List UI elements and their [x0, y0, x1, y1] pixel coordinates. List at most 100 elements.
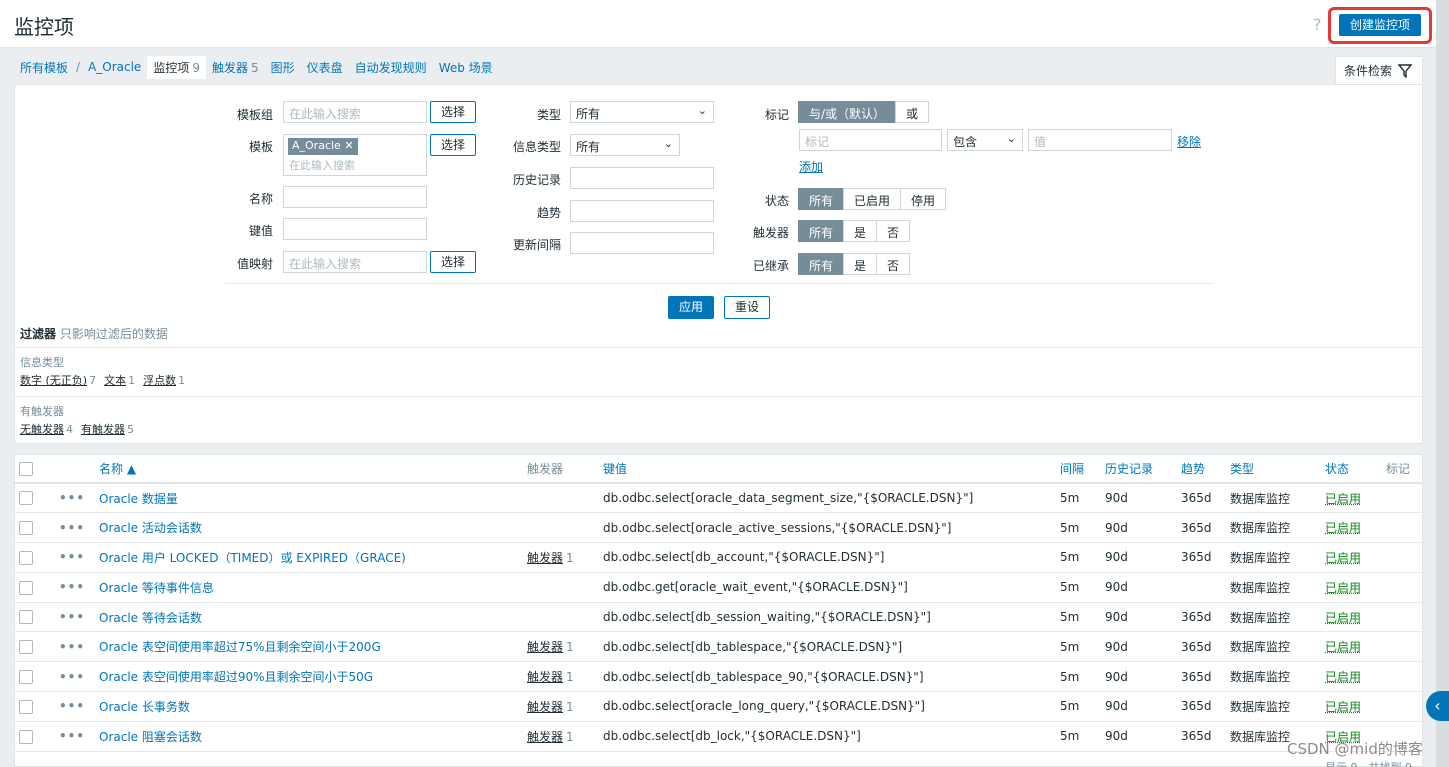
more-actions-icon[interactable]: ••• [59, 580, 85, 594]
item-key: db.odbc.select[db_lock,"{$ORACLE.DSN}"] [599, 721, 1056, 752]
item-triggers-link[interactable]: 触发器 [527, 640, 563, 654]
row-checkbox[interactable] [19, 520, 33, 535]
item-status-toggle[interactable]: 已启用 [1325, 611, 1361, 625]
more-actions-icon[interactable]: ••• [59, 640, 85, 654]
tab-dashboards[interactable]: 仪表盘 [301, 56, 349, 79]
inherited-all[interactable]: 所有 [798, 253, 845, 275]
item-status-toggle[interactable]: 已启用 [1325, 640, 1361, 654]
status-disabled[interactable]: 停用 [900, 188, 947, 210]
info-type-text[interactable]: 文本 1 [104, 372, 135, 388]
more-actions-icon[interactable]: ••• [59, 729, 85, 743]
key-input[interactable] [283, 218, 427, 240]
tab-triggers[interactable]: 触发器 5 [206, 56, 265, 79]
info-type-numeric[interactable]: 数字 (无正负) 7 [20, 372, 96, 388]
row-checkbox-cell [15, 542, 55, 573]
info-type-float[interactable]: 浮点数 1 [143, 372, 185, 388]
create-item-button[interactable]: 创建监控项 [1339, 14, 1421, 36]
info-type-select[interactable]: 所有 ⌄ [570, 134, 680, 156]
with-triggers[interactable]: 有触发器 5 [81, 421, 134, 437]
item-name-link[interactable]: Oracle 等待事件信息 [99, 581, 214, 595]
row-actions-cell: ••• [55, 721, 95, 752]
column-name[interactable]: 名称 ▲ [95, 455, 523, 484]
help-icon[interactable]: ? [1313, 15, 1322, 34]
tab-discovery-rules[interactable]: 自动发现规则 [349, 56, 433, 79]
breadcrumb-template[interactable]: A_Oracle [82, 57, 147, 77]
tag-value-input[interactable]: 值 [1028, 129, 1172, 151]
column-key[interactable]: 键值 [599, 455, 1056, 484]
item-status-toggle[interactable]: 已启用 [1325, 492, 1361, 506]
template-group-select-button[interactable]: 选择 [430, 101, 476, 123]
row-checkbox[interactable] [19, 729, 33, 744]
column-history[interactable]: 历史记录 [1101, 455, 1177, 484]
row-checkbox[interactable] [19, 491, 33, 506]
template-multiselect[interactable]: A_Oracle ✕ 在此输入搜索 [283, 134, 427, 176]
tags-mode-and-or[interactable]: 与/或（默认） [798, 101, 897, 123]
item-name-link[interactable]: Oracle 活动会话数 [99, 521, 202, 535]
apply-button[interactable]: 应用 [668, 296, 714, 319]
item-status-toggle[interactable]: 已启用 [1325, 670, 1361, 684]
item-status-toggle[interactable]: 已启用 [1325, 581, 1361, 595]
row-checkbox[interactable] [19, 699, 33, 714]
tab-web-scenarios[interactable]: Web 场景 [433, 56, 499, 79]
tags-mode-or[interactable]: 或 [895, 101, 930, 123]
item-name-link[interactable]: Oracle 等待会话数 [99, 611, 202, 625]
row-checkbox[interactable] [19, 550, 33, 565]
value-map-select-button[interactable]: 选择 [430, 251, 476, 273]
name-input[interactable] [283, 186, 427, 208]
column-status[interactable]: 状态 [1321, 455, 1382, 484]
item-name-link[interactable]: Oracle 表空间使用率超过90%且剩余空间小于50G [99, 670, 373, 684]
history-input[interactable] [570, 167, 714, 189]
interval-input[interactable] [570, 232, 714, 254]
item-triggers-link[interactable]: 触发器 [527, 670, 563, 684]
add-tag-link[interactable]: 添加 [799, 158, 823, 175]
collapse-arrow-icon[interactable]: ‹ [1426, 691, 1449, 721]
item-name-link[interactable]: Oracle 表空间使用率超过75%且剩余空间小于200G [99, 640, 381, 654]
value-map-input[interactable]: 在此输入搜索 [283, 251, 427, 273]
column-type[interactable]: 类型 [1226, 455, 1321, 484]
row-checkbox[interactable] [19, 610, 33, 625]
remove-tag-link[interactable]: 移除 [1177, 133, 1201, 150]
item-triggers-link[interactable]: 触发器 [527, 730, 563, 744]
triggers-no[interactable]: 否 [876, 220, 911, 242]
remove-tag-icon[interactable]: ✕ [344, 139, 353, 152]
item-triggers-link[interactable]: 触发器 [527, 551, 563, 565]
item-name-link[interactable]: Oracle 阻塞会话数 [99, 730, 202, 744]
template-group-input[interactable]: 在此输入搜索 [283, 101, 427, 123]
triggers-yes[interactable]: 是 [843, 220, 878, 242]
item-status-toggle[interactable]: 已启用 [1325, 551, 1361, 565]
more-actions-icon[interactable]: ••• [59, 491, 85, 505]
tag-name-input[interactable]: 标记 [799, 129, 942, 151]
column-trends[interactable]: 趋势 [1177, 455, 1226, 484]
item-status-toggle[interactable]: 已启用 [1325, 700, 1361, 714]
tab-items[interactable]: 监控项 9 [147, 55, 206, 79]
item-name-link[interactable]: Oracle 数据量 [99, 492, 178, 506]
more-actions-icon[interactable]: ••• [59, 699, 85, 713]
row-checkbox[interactable] [19, 580, 33, 595]
tag-operator-select[interactable]: 包含 ⌄ [947, 129, 1023, 151]
filter-toggle-tab[interactable]: 条件检索 [1335, 56, 1423, 84]
type-select[interactable]: 所有 ⌄ [570, 101, 714, 123]
item-status-toggle[interactable]: 已启用 [1325, 521, 1361, 535]
without-triggers[interactable]: 无触发器 4 [20, 421, 73, 437]
item-triggers-link[interactable]: 触发器 [527, 700, 563, 714]
tab-graphs[interactable]: 图形 [265, 56, 301, 79]
breadcrumb-all-templates[interactable]: 所有模板 [14, 56, 74, 79]
trends-input[interactable] [570, 200, 714, 222]
row-checkbox[interactable] [19, 669, 33, 684]
more-actions-icon[interactable]: ••• [59, 521, 85, 535]
row-checkbox[interactable] [19, 640, 33, 655]
item-name-link[interactable]: Oracle 长事务数 [99, 700, 190, 714]
column-interval[interactable]: 间隔 [1056, 455, 1101, 484]
more-actions-icon[interactable]: ••• [59, 610, 85, 624]
status-all[interactable]: 所有 [798, 188, 845, 210]
triggers-all[interactable]: 所有 [798, 220, 845, 242]
select-all-checkbox[interactable] [19, 461, 33, 476]
more-actions-icon[interactable]: ••• [59, 670, 85, 684]
more-actions-icon[interactable]: ••• [59, 550, 85, 564]
template-select-button[interactable]: 选择 [430, 134, 476, 156]
status-enabled[interactable]: 已启用 [843, 188, 902, 210]
item-name-link[interactable]: Oracle 用户 LOCKED（TIMED）或 EXPIRED（GRACE) [99, 551, 406, 565]
inherited-yes[interactable]: 是 [843, 253, 878, 275]
inherited-no[interactable]: 否 [876, 253, 911, 275]
reset-button[interactable]: 重设 [724, 296, 770, 319]
